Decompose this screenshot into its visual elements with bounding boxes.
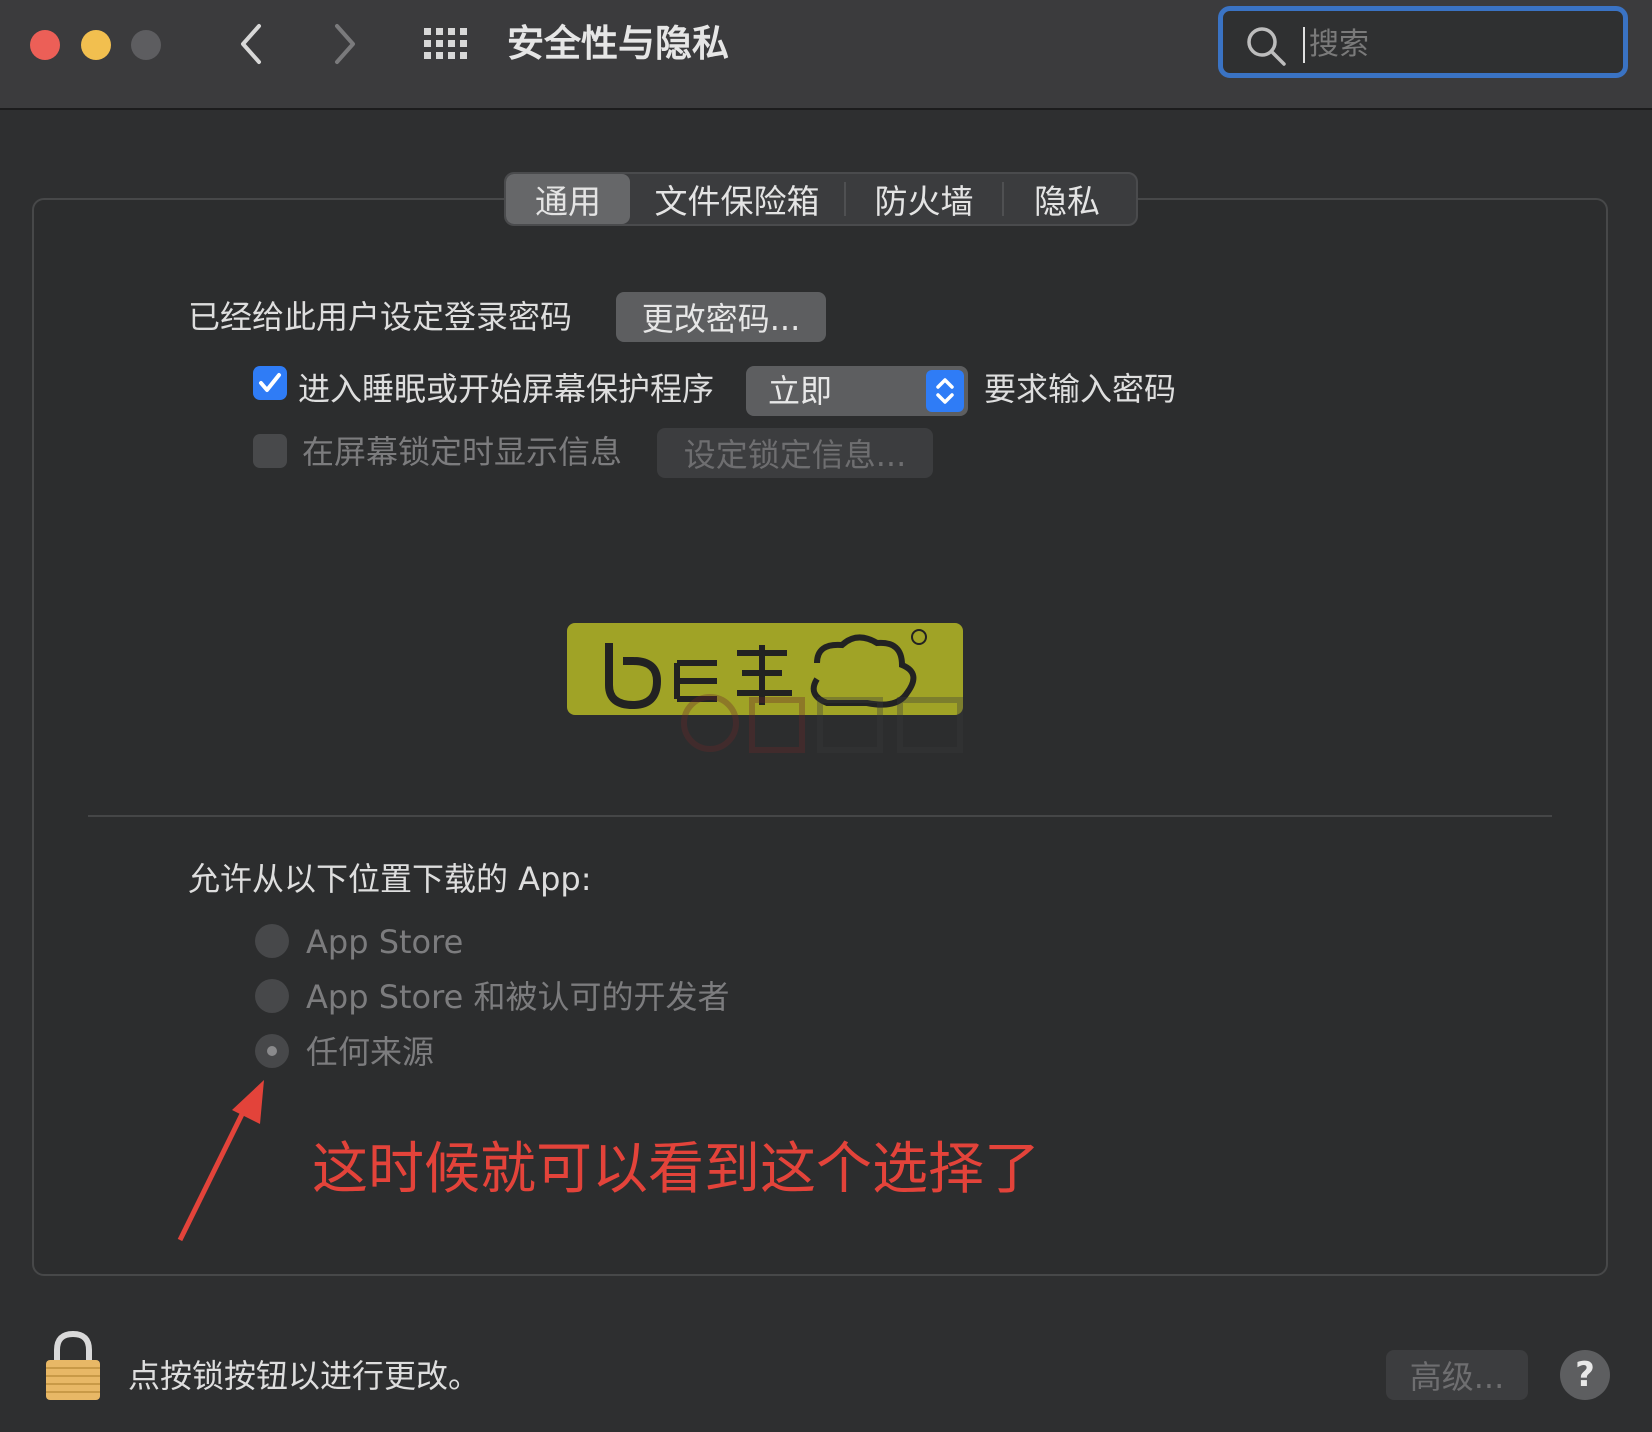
tab-firewall[interactable]: 防火墙 [846,174,1002,224]
search-icon [1247,27,1286,66]
advanced-button[interactable]: 高级... [1386,1350,1528,1400]
radio-selected-dot [267,1046,277,1056]
password-set-label: 已经给此用户设定登录密码 [188,298,573,336]
change-password-button[interactable]: 更改密码... [616,292,826,342]
search-field[interactable] [1218,6,1628,78]
show-message-checkbox[interactable] [253,434,287,468]
window-title: 安全性与隐私 [507,22,729,65]
show-message-label: 在屏幕锁定时显示信息 [302,433,623,471]
require-password-checkbox[interactable] [253,366,287,400]
padlock-icon[interactable] [44,1330,102,1402]
back-button[interactable] [232,18,272,70]
radio-app-store-label: App Store [306,923,464,961]
radio-anywhere[interactable] [255,1034,289,1068]
tab-privacy[interactable]: 隐私 [1004,174,1130,224]
forward-button[interactable] [324,18,364,70]
require-password-suffix: 要求输入密码 [984,370,1177,408]
radio-app-store-identified-label: App Store 和被认可的开发者 [306,978,730,1016]
grid-icon [424,28,467,59]
show-all-button[interactable] [422,26,470,62]
radio-app-store[interactable] [255,924,289,958]
tab-filevault[interactable]: 文件保险箱 [630,174,844,224]
set-lock-message-button[interactable]: 设定锁定信息... [657,428,933,478]
radio-app-store-identified[interactable] [255,979,289,1013]
text-caret [1303,27,1305,63]
annotation-arrow-icon [177,1080,264,1242]
close-window-button[interactable] [30,30,60,60]
checkmark-icon [259,373,281,392]
annotation-text: 这时候就可以看到这个选择了 [312,1137,1040,1202]
tab-general[interactable]: 通用 [506,174,630,224]
zoom-window-button[interactable] [131,30,161,60]
select-value: 立即 [768,372,833,410]
lock-hint-text: 点按锁按钮以进行更改。 [128,1357,481,1395]
help-button[interactable]: ? [1560,1350,1610,1400]
chevron-up-down-icon [936,378,954,404]
title-bar: 安全性与隐私 [0,0,1652,110]
chevron-right-icon [335,24,355,64]
minimize-window-button[interactable] [81,30,111,60]
tab-bar: 通用 文件保险箱 防火墙 隐私 [504,172,1138,226]
search-input[interactable] [1307,19,1611,69]
require-password-delay-select[interactable]: 立即 [746,366,968,416]
section-divider [88,815,1552,817]
watermark [681,694,963,753]
radio-anywhere-label: 任何来源 [306,1033,435,1071]
allow-apps-heading: 允许从以下位置下载的 App: [188,860,592,898]
select-stepper [926,370,964,412]
require-password-label: 进入睡眠或开始屏幕保护程序 [298,370,715,408]
chevron-left-icon [241,24,261,64]
